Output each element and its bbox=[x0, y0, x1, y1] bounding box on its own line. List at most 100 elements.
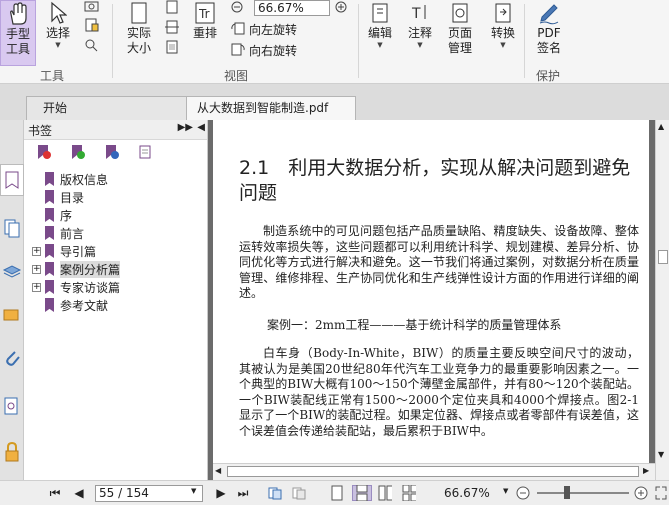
scroll-right-icon[interactable]: ▶ bbox=[643, 466, 649, 475]
bookmark-icon bbox=[45, 172, 54, 186]
previous-page-icon[interactable]: ◀ bbox=[72, 485, 86, 501]
collapse-panel-icon[interactable]: ◀ bbox=[197, 122, 205, 133]
pdf-sign-button[interactable]: PDF 签名 bbox=[530, 0, 568, 56]
svg-text:Tr: Tr bbox=[198, 7, 210, 21]
actual-size-button[interactable]: 实际 大小 bbox=[120, 0, 158, 56]
chevron-down-icon[interactable]: ▼ bbox=[503, 487, 508, 495]
next-view-icon[interactable] bbox=[292, 485, 306, 501]
rotate-right-button[interactable]: 向右旋转 bbox=[230, 42, 297, 60]
rotate-right-label: 向右旋转 bbox=[249, 44, 298, 58]
document-viewport[interactable]: 2.1 利用大数据分析，实现从解决问题到避免问题 制造系统中的可见问题包括产品质… bbox=[208, 120, 655, 480]
select-label: 选择 bbox=[45, 26, 70, 40]
expand-toggle-icon[interactable]: + bbox=[32, 282, 41, 292]
actual-size-label: 实际 大小 bbox=[126, 26, 151, 55]
status-bar: ⏮ ◀ 55 / 154 ▼ ▶ ⏭ 66.67% ▼ bbox=[0, 480, 669, 505]
fit-visible-icon[interactable] bbox=[164, 40, 180, 54]
snapshot-icon[interactable] bbox=[84, 0, 100, 14]
bookmark-panel-title: 书签 bbox=[28, 124, 53, 138]
zoom-slider-track[interactable] bbox=[537, 492, 629, 494]
actual-size-icon bbox=[126, 0, 152, 26]
rotate-left-icon bbox=[230, 21, 246, 39]
zoom-slider-thumb[interactable] bbox=[564, 486, 570, 499]
scroll-thumb[interactable] bbox=[227, 466, 639, 477]
bookmark-item[interactable]: 序 bbox=[32, 206, 72, 224]
vertical-scrollbar[interactable]: ▲ ▼ bbox=[655, 120, 669, 480]
bookmark-label: 目录 bbox=[60, 190, 85, 205]
comment-button[interactable]: T 注释 ▼ bbox=[404, 0, 436, 49]
scroll-down-icon[interactable]: ▼ bbox=[658, 450, 664, 459]
tab-start[interactable]: 开始 bbox=[26, 96, 190, 120]
bookmark-item[interactable]: 参考文献 bbox=[32, 296, 108, 314]
tab-document[interactable]: 从大数据到智能制造.pdf bbox=[186, 96, 356, 120]
zoom-in-icon[interactable] bbox=[634, 485, 648, 501]
lock-icon[interactable] bbox=[0, 436, 24, 468]
continuous-page-icon[interactable] bbox=[352, 485, 372, 501]
zoom-out-icon[interactable] bbox=[230, 0, 246, 14]
reflow-button[interactable]: Tr 重排 bbox=[188, 0, 222, 41]
bookmark-label: 专家访谈篇 bbox=[60, 280, 121, 295]
hand-tool-button[interactable]: 手型 工具 bbox=[0, 0, 36, 66]
bookmark-options-icon[interactable] bbox=[138, 144, 154, 163]
page-number-input[interactable]: 55 / 154 bbox=[95, 485, 203, 502]
add-child-bookmark-icon[interactable] bbox=[104, 144, 120, 163]
hand-tool-label: 手型 工具 bbox=[5, 27, 30, 56]
delete-bookmark-icon[interactable] bbox=[36, 144, 52, 163]
ribbon-toolbar: 手型 工具 选择 ▼ 实际 大小 Tr 重排 66.67% 向左旋转 向右旋转 … bbox=[0, 0, 669, 84]
clipboard-icon[interactable] bbox=[84, 18, 100, 32]
rotate-right-icon bbox=[230, 42, 246, 60]
zoom-out-icon[interactable] bbox=[516, 485, 530, 501]
zoom-in-icon[interactable] bbox=[334, 0, 350, 14]
paragraph: 白车身（Body-In-White，BIW）的质量主要反映空间尺寸的波动，其被认… bbox=[239, 346, 639, 438]
fullscreen-icon[interactable] bbox=[654, 485, 668, 501]
edit-button[interactable]: 编辑 ▼ bbox=[364, 0, 396, 49]
select-button[interactable]: 选择 ▼ bbox=[40, 0, 76, 49]
bookmark-item[interactable]: + 导引篇 bbox=[32, 242, 96, 260]
page-management-label: 页面 管理 bbox=[447, 26, 472, 55]
horizontal-scrollbar[interactable]: ◀ ▶ bbox=[213, 463, 655, 480]
comment-label: 注释 bbox=[407, 26, 432, 40]
fit-width-icon[interactable] bbox=[164, 20, 180, 34]
next-page-icon[interactable]: ▶ bbox=[214, 485, 228, 501]
zoom-input[interactable]: 66.67% bbox=[254, 0, 330, 16]
scroll-thumb[interactable] bbox=[658, 250, 668, 264]
attachment-icon[interactable] bbox=[0, 342, 24, 374]
expand-toggle-icon[interactable]: + bbox=[32, 246, 41, 256]
bookmark-label: 版权信息 bbox=[60, 172, 109, 187]
scroll-left-icon[interactable]: ◀ bbox=[215, 466, 221, 475]
previous-view-icon[interactable] bbox=[268, 485, 282, 501]
pages-thumbnail-icon[interactable] bbox=[0, 212, 24, 244]
bookmark-panel-icon[interactable] bbox=[0, 164, 24, 196]
rotate-left-label: 向左旋转 bbox=[249, 23, 298, 37]
fit-page-icon[interactable] bbox=[164, 0, 180, 14]
bookmark-item[interactable]: + 专家访谈篇 bbox=[32, 278, 120, 296]
single-page-icon[interactable] bbox=[330, 485, 344, 501]
layers-icon[interactable] bbox=[0, 254, 24, 286]
convert-button[interactable]: 转换 ▼ bbox=[486, 0, 520, 49]
last-page-icon[interactable]: ⏭ bbox=[236, 485, 250, 501]
bookmark-item[interactable]: 目录 bbox=[32, 188, 84, 206]
expand-panel-icon[interactable]: ▶▶ bbox=[178, 122, 193, 133]
chevron-down-icon: ▼ bbox=[377, 41, 383, 49]
bookmark-item[interactable]: 前言 bbox=[32, 224, 84, 242]
facing-pages-icon[interactable] bbox=[378, 485, 392, 501]
signature-panel-icon[interactable] bbox=[0, 390, 24, 422]
scroll-up-icon[interactable]: ▲ bbox=[658, 122, 664, 131]
reflow-icon: Tr bbox=[192, 0, 218, 26]
expand-toggle-icon[interactable]: + bbox=[32, 264, 41, 274]
chevron-down-icon[interactable]: ▼ bbox=[191, 487, 196, 495]
first-page-icon[interactable]: ⏮ bbox=[48, 485, 62, 501]
rotate-left-button[interactable]: 向左旋转 bbox=[230, 21, 297, 39]
comments-icon[interactable] bbox=[0, 300, 24, 332]
page-management-button[interactable]: 页面 管理 bbox=[442, 0, 478, 56]
continuous-facing-icon[interactable] bbox=[402, 485, 416, 501]
bookmark-item[interactable]: + 案例分析篇 bbox=[32, 260, 121, 278]
view-group-label: 视图 bbox=[224, 69, 249, 83]
separator bbox=[358, 4, 359, 78]
section-heading: 2.1 利用大数据分析，实现从解决问题到避免问题 bbox=[239, 157, 631, 204]
find-icon[interactable] bbox=[84, 38, 100, 52]
add-bookmark-icon[interactable] bbox=[70, 144, 86, 163]
document-tab-bar: 开始 从大数据到智能制造.pdf bbox=[0, 84, 669, 120]
separator bbox=[524, 4, 525, 78]
bookmark-item[interactable]: 版权信息 bbox=[32, 170, 108, 188]
convert-label: 转换 bbox=[490, 26, 515, 40]
